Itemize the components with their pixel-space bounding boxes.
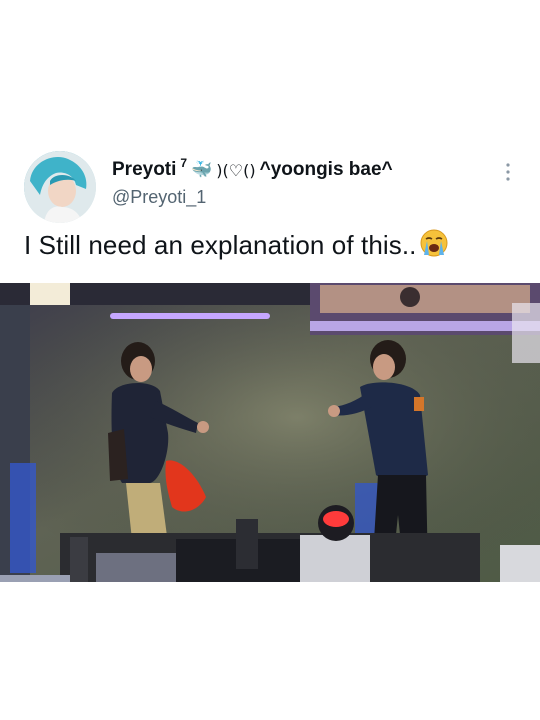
- tweet-header: Preyoti 7 🐳 )(♡() ^yoongis bae^ @Preyoti_…: [24, 151, 520, 223]
- display-name-row[interactable]: Preyoti 7 🐳 )(♡() ^yoongis bae^: [112, 156, 393, 181]
- tweet-text-row: I Still need an explanation of this..: [24, 228, 524, 265]
- user-names: Preyoti 7 🐳 )(♡() ^yoongis bae^ @Preyoti_…: [112, 156, 393, 208]
- user-handle[interactable]: @Preyoti_1: [112, 187, 393, 208]
- loudly-crying-face-icon: [419, 228, 449, 265]
- tweet-text: I Still need an explanation of this..: [24, 230, 417, 260]
- more-options-icon[interactable]: [500, 161, 516, 183]
- display-name: Preyoti: [112, 159, 177, 180]
- avatar[interactable]: [24, 151, 96, 223]
- whale-icon: 🐳: [191, 160, 213, 180]
- tweet-media[interactable]: [0, 283, 540, 582]
- heart-symbols: )(♡(): [216, 160, 256, 180]
- concert-stage-photo-icon: [0, 283, 540, 582]
- display-name-superscript: 7: [180, 156, 188, 170]
- display-name-suffix: ^yoongis bae^: [259, 159, 393, 180]
